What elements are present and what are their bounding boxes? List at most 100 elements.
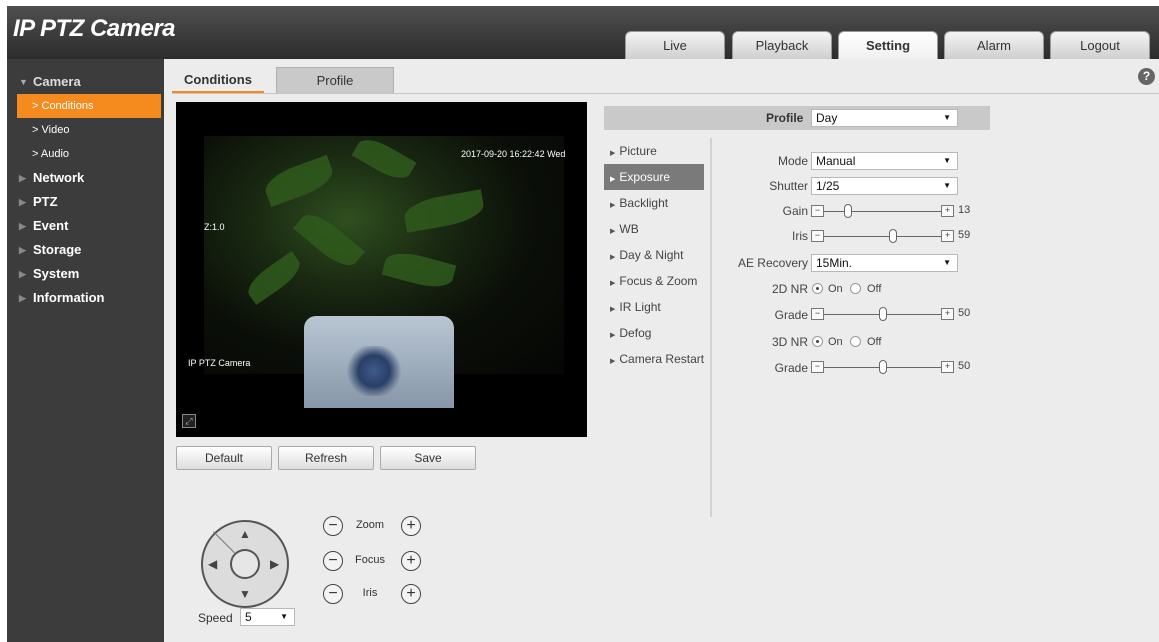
zoom-in-button[interactable]: + [401, 516, 421, 536]
nr2d-label: 2D NR [771, 282, 808, 296]
caret-down-icon: ▼ [943, 181, 951, 190]
nav-tab-alarm[interactable]: Alarm [944, 31, 1044, 59]
iris-increase-button[interactable]: + [941, 230, 954, 242]
sidebar-subitem-label: Audio [40, 148, 70, 160]
header: IP PTZ Camera Live Playback Setting Alar… [7, 6, 1159, 59]
focus-label: Focus [355, 554, 385, 566]
mode-select[interactable]: Manual ▼ [811, 152, 958, 170]
caret-down-icon: ▼ [943, 113, 951, 122]
default-button[interactable]: Default [176, 446, 272, 470]
grade-3d-slider-thumb[interactable] [879, 360, 887, 374]
sidebar-item-ptz[interactable]: ▶ PTZ [7, 190, 164, 214]
submenu-wb[interactable]: ▶ WB [604, 216, 710, 242]
main-content: Conditions Profile Management ? 2017-09-… [164, 59, 1159, 642]
app-window: IP PTZ Camera Live Playback Setting Alar… [7, 6, 1159, 642]
focus-in-button[interactable]: + [401, 551, 421, 571]
sidebar-item-network[interactable]: ▶ Network [7, 166, 164, 190]
sidebar-subitem-video[interactable]: > Video [7, 118, 164, 142]
arrow-left-icon[interactable]: ◀ [208, 557, 217, 571]
sidebar-subitem-audio[interactable]: > Audio [7, 142, 164, 166]
gain-increase-button[interactable]: + [941, 205, 954, 217]
submenu-day-night[interactable]: ▶ Day & Night [604, 242, 710, 268]
grade-3d-decrease-button[interactable]: − [811, 361, 824, 373]
sidebar-subitem-label: Conditions [41, 100, 94, 112]
speed-value: 5 [245, 610, 252, 624]
save-button[interactable]: Save [380, 446, 476, 470]
grade-2d-slider-thumb[interactable] [879, 307, 887, 321]
nav-tab-logout[interactable]: Logout [1050, 31, 1150, 59]
gain-slider[interactable]: − + 13 [811, 204, 976, 218]
help-icon[interactable]: ? [1138, 68, 1155, 85]
fullscreen-icon[interactable]: ⤢ [182, 414, 196, 428]
video-preview: 2017-09-20 16:22:42 Wed Z:1.0 IP PTZ Cam… [176, 102, 587, 437]
grade-2d-increase-button[interactable]: + [941, 308, 954, 320]
speed-select[interactable]: 5 ▼ [240, 608, 295, 626]
caret-down-icon: ▼ [280, 612, 288, 621]
nr3d-on-label: On [828, 336, 843, 348]
refresh-button[interactable]: Refresh [278, 446, 374, 470]
profile-select[interactable]: Day ▼ [811, 109, 958, 127]
ae-recovery-select[interactable]: 15Min. ▼ [811, 254, 958, 272]
sidebar-item-storage[interactable]: ▶ Storage [7, 238, 164, 262]
zoom-label: Zoom [355, 519, 385, 531]
nr2d-on-radio[interactable] [812, 283, 823, 294]
submenu-ir-light[interactable]: ▶ IR Light [604, 294, 710, 320]
arrow-right-icon[interactable]: ▶ [270, 557, 279, 571]
mode-value: Manual [816, 154, 856, 168]
grade-3d-label: Grade [774, 361, 808, 375]
nr3d-label: 3D NR [771, 335, 808, 349]
shutter-value: 1/25 [816, 179, 840, 193]
nr3d-on-radio[interactable] [812, 336, 823, 347]
iris-slider[interactable]: − + 59 [811, 229, 976, 243]
arrow-down-icon[interactable]: ▼ [239, 587, 251, 601]
nr2d-on-label: On [828, 283, 843, 295]
triangle-right-icon: ▶ [610, 150, 616, 157]
iris-label: Iris [362, 587, 378, 599]
gain-value: 13 [958, 204, 971, 216]
iris-field-label: Iris [792, 229, 808, 243]
shutter-select[interactable]: 1/25 ▼ [811, 177, 958, 195]
nr3d-off-radio[interactable] [850, 336, 861, 347]
iris-slider-thumb[interactable] [889, 229, 897, 243]
iris-value: 59 [958, 229, 971, 241]
sidebar-item-event[interactable]: ▶ Event [7, 214, 164, 238]
sidebar-item-system[interactable]: ▶ System [7, 262, 164, 286]
nr2d-off-label: Off [867, 283, 882, 295]
grade-3d-slider[interactable]: − + 50 [811, 360, 976, 374]
submenu-defog[interactable]: ▶ Defog [604, 320, 710, 346]
gain-slider-thumb[interactable] [844, 204, 852, 218]
iris-decrease-button[interactable]: − [811, 230, 824, 242]
profile-value: Day [816, 111, 838, 125]
sidebar-subitem-conditions[interactable]: > Conditions [17, 94, 161, 118]
nr2d-off-radio[interactable] [850, 283, 861, 294]
grade-2d-decrease-button[interactable]: − [811, 308, 824, 320]
nav-tab-playback[interactable]: Playback [732, 31, 832, 59]
ptz-center-button[interactable] [230, 549, 260, 579]
submenu-focus-zoom[interactable]: ▶ Focus & Zoom [604, 268, 710, 294]
sidebar-item-information[interactable]: ▶ Information [7, 286, 164, 310]
sidebar-item-label: System [33, 266, 80, 281]
sidebar-item-label: Event [33, 218, 69, 233]
tab-conditions[interactable]: Conditions [172, 67, 264, 93]
arrow-up-icon[interactable]: ▲ [239, 527, 251, 541]
triangle-right-icon: ▶ [610, 280, 616, 287]
submenu-picture[interactable]: ▶ Picture [604, 138, 710, 164]
nav-tab-setting[interactable]: Setting [838, 31, 938, 59]
iris-open-button[interactable]: + [401, 584, 421, 604]
tab-profile-management[interactable]: Profile Management [276, 67, 394, 114]
speed-label: Speed [198, 611, 233, 625]
grade-3d-increase-button[interactable]: + [941, 361, 954, 373]
triangle-right-icon: ▶ [19, 197, 26, 207]
nav-tab-live[interactable]: Live [625, 31, 725, 59]
submenu-camera-restart[interactable]: ▶ Camera Restart [604, 346, 710, 372]
nr3d-off-label: Off [867, 336, 882, 348]
submenu-exposure[interactable]: ▶ Exposure [604, 164, 704, 190]
submenu-backlight[interactable]: ▶ Backlight [604, 190, 710, 216]
caret-down-icon: ▼ [943, 258, 951, 267]
sidebar-item-label: Storage [33, 242, 82, 257]
gain-decrease-button[interactable]: − [811, 205, 824, 217]
grade-3d-value: 50 [958, 360, 971, 372]
grade-2d-slider[interactable]: − + 50 [811, 307, 976, 321]
sidebar-item-camera[interactable]: ▼ Camera [7, 70, 164, 94]
triangle-right-icon: ▶ [19, 269, 26, 279]
